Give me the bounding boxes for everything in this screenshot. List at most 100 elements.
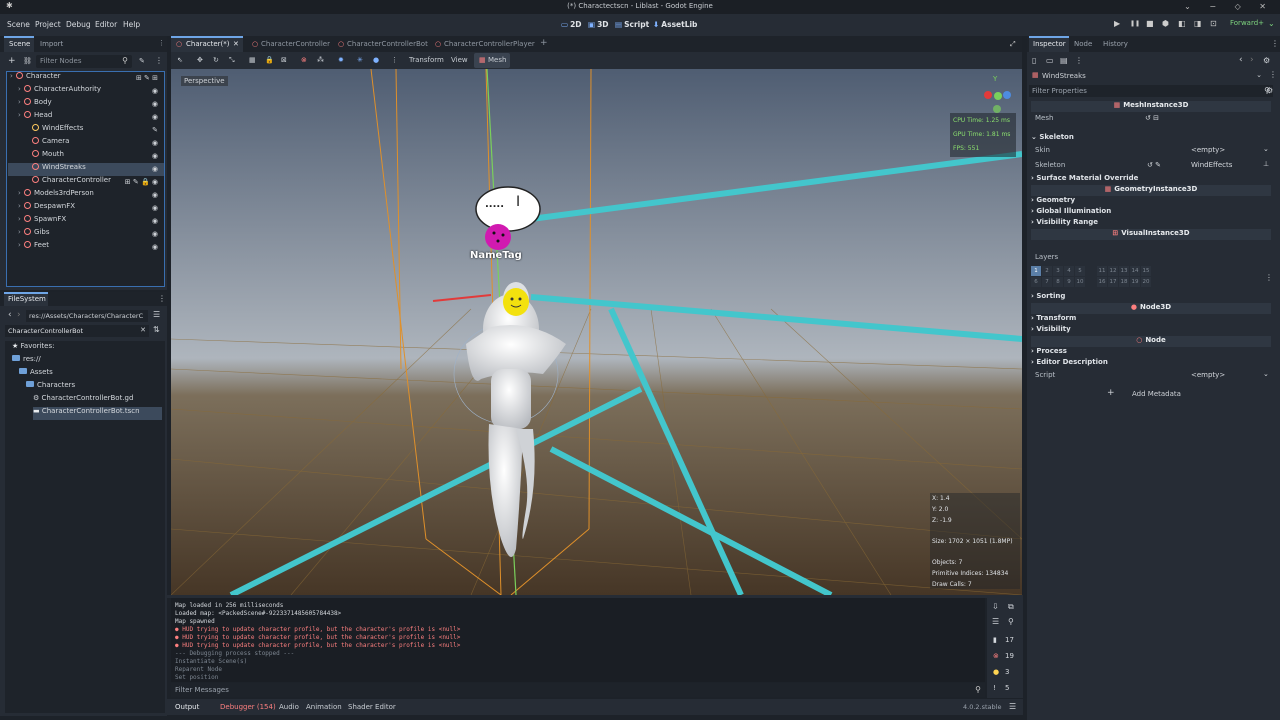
select-tool-icon[interactable]: ⇖: [177, 56, 183, 64]
file-item[interactable]: ⚙ CharacterControllerBot.gd: [33, 394, 162, 407]
menu-scene[interactable]: Scene: [7, 20, 30, 29]
visibility-eye-icon[interactable]: ⊞ ✎ 🔒 ◉: [125, 178, 158, 186]
file-item[interactable]: Characters: [26, 381, 162, 394]
transform-menu[interactable]: Transform: [409, 56, 444, 64]
file-search-input[interactable]: CharacterControllerBot ✕: [5, 325, 149, 337]
layers-menu-icon[interactable]: ⋮: [1265, 273, 1273, 282]
file-item[interactable]: res://: [12, 355, 162, 368]
scene-more-icon[interactable]: ⋮: [155, 56, 163, 65]
layer-bit[interactable]: 14: [1130, 266, 1140, 276]
layer-bit[interactable]: 1: [1031, 266, 1041, 276]
clear-search-icon[interactable]: ✕: [140, 326, 146, 334]
new-resource-icon[interactable]: ▯: [1032, 56, 1036, 65]
filter-messages-input[interactable]: Filter Messages ⚲: [171, 683, 985, 697]
node-selector[interactable]: ▦ WindStreaks ⌄: [1029, 70, 1264, 82]
visibility-eye-icon[interactable]: ◉: [152, 87, 158, 95]
inspector-settings-icon[interactable]: ⚙: [1266, 86, 1273, 95]
tab-scene[interactable]: Scene: [9, 40, 30, 48]
menu-debug[interactable]: Debug: [66, 20, 91, 29]
window-controls[interactable]: ⌄ − ◇ ✕: [1184, 2, 1274, 11]
tab-inspector[interactable]: Inspector: [1033, 40, 1066, 48]
perspective-menu[interactable]: Perspective: [181, 76, 228, 86]
add-tab-icon[interactable]: +: [540, 38, 548, 48]
layer-bit[interactable]: 12: [1108, 266, 1118, 276]
layer-bit[interactable]: 2: [1042, 266, 1052, 276]
nav-back-icon[interactable]: ‹: [8, 310, 12, 320]
inspector-menu-icon[interactable]: ⋮: [1271, 39, 1279, 48]
tree-node-spawnfx[interactable]: › SpawnFX ◉: [8, 215, 164, 228]
inspector-property[interactable]: Mesh ↺ ⊟: [1031, 112, 1271, 124]
tab-audio[interactable]: Audio: [279, 703, 299, 711]
layer-bit[interactable]: 18: [1119, 277, 1129, 287]
tree-node-windeffects[interactable]: WindEffects ✎: [8, 124, 164, 137]
load-resource-icon[interactable]: ▭: [1046, 56, 1054, 65]
visibility-eye-icon[interactable]: ◉: [152, 152, 158, 160]
layer-bit[interactable]: 15: [1141, 266, 1151, 276]
menu-editor[interactable]: Editor: [95, 20, 117, 29]
scroll-bottom-icon[interactable]: ⇩: [992, 602, 999, 611]
renderer-select[interactable]: Forward+: [1230, 19, 1264, 27]
view-menu[interactable]: View: [451, 56, 468, 64]
layer-bit[interactable]: 4: [1064, 266, 1074, 276]
tree-node-models3rdperson[interactable]: › Models3rdPerson ◉: [8, 189, 164, 202]
toolbar-more-icon[interactable]: ⋮: [391, 56, 398, 64]
tab-filesystem[interactable]: FileSystem: [8, 295, 46, 303]
property-value[interactable]: ↺ ⊟: [1145, 114, 1159, 122]
tab-shader-editor[interactable]: Shader Editor: [348, 703, 396, 711]
renderer-caret-icon[interactable]: ⌄: [1268, 19, 1275, 28]
layer-bit[interactable]: 10: [1075, 277, 1085, 287]
visibility-eye-icon[interactable]: ◉: [152, 165, 158, 173]
visibility-eye-icon[interactable]: ⊞ ✎ ⊞: [136, 74, 158, 82]
file-item[interactable]: ▬ CharacterControllerBot.tscn: [33, 407, 162, 420]
preview-icon[interactable]: ✹: [338, 56, 344, 64]
object-tree-icon[interactable]: ⋮: [1269, 70, 1277, 79]
layer-bit[interactable]: 11: [1097, 266, 1107, 276]
environment-icon[interactable]: ●: [373, 56, 379, 64]
play-scene-icon[interactable]: ◨: [1194, 19, 1202, 28]
dropdown-caret-icon[interactable]: ⌄: [1263, 370, 1269, 378]
dock-menu-icon[interactable]: ⋮: [158, 39, 165, 47]
sort-icon[interactable]: ⇅: [153, 325, 160, 334]
layers-grid[interactable]: 1 2 3 4 5 11 12 13 14 15 6 7 8 9 10 16 17 18 19 20: [1031, 266, 1151, 288]
attach-script-icon[interactable]: ✎: [139, 57, 145, 65]
save-resource-icon[interactable]: ▤: [1060, 56, 1068, 65]
object-settings-icon[interactable]: ⚙: [1263, 56, 1270, 65]
file-item[interactable]: Assets: [19, 368, 162, 381]
tab-node[interactable]: Node: [1074, 40, 1092, 48]
tab-debugger[interactable]: Debugger (154): [220, 703, 276, 711]
snap-icon[interactable]: ⊗: [301, 56, 307, 64]
visibility-eye-icon[interactable]: ◉: [152, 191, 158, 199]
rotate-tool-icon[interactable]: ↻: [213, 56, 219, 64]
tree-node-mouth[interactable]: Mouth ◉: [8, 150, 164, 163]
tree-node-body[interactable]: › Body ◉: [8, 98, 164, 111]
instance-scene-icon[interactable]: ⛓: [23, 57, 32, 65]
property-value[interactable]: <empty>: [1191, 146, 1225, 154]
layer-bit[interactable]: 3: [1053, 266, 1063, 276]
list-select-icon[interactable]: ▦: [249, 56, 256, 64]
lock-icon[interactable]: 🔒: [265, 56, 274, 64]
scene-tab-charactercontroller[interactable]: CharacterController: [261, 40, 330, 48]
file-item[interactable]: ★ Favorites:: [12, 342, 162, 355]
inspector-property[interactable]: Script <empty> ⌄: [1031, 369, 1271, 381]
message-filter-toggle[interactable]: ▮ 17: [989, 636, 1021, 648]
tree-node-characterauthority[interactable]: › CharacterAuthority ◉: [8, 85, 164, 98]
layer-bit[interactable]: 19: [1130, 277, 1140, 287]
workspace-3d-button[interactable]: ▣ 3D: [588, 20, 609, 29]
layer-bit[interactable]: 20: [1141, 277, 1151, 287]
message-filter-toggle[interactable]: ⊗ 19: [989, 652, 1021, 664]
stop-icon[interactable]: ■: [1146, 19, 1154, 28]
inspector-property[interactable]: Skeleton ↺ ✎ WindEffects ⊥: [1031, 159, 1271, 171]
inspector-property[interactable]: Skin <empty> ⌄: [1031, 144, 1271, 156]
group-icon[interactable]: ⊠: [281, 56, 287, 64]
filter-properties-input[interactable]: Filter Properties ⚲: [1029, 85, 1273, 97]
close-tab-icon[interactable]: ✕: [233, 40, 239, 48]
tree-node-charactercontroller[interactable]: CharacterController ⊞ ✎ 🔒 ◉: [8, 176, 164, 189]
viewport-3d[interactable]: Perspective Y CPU Time: 1.25 ms GPU Time…: [171, 69, 1022, 595]
play-custom-icon[interactable]: ⊡: [1210, 19, 1217, 28]
layer-bit[interactable]: 9: [1064, 277, 1074, 287]
layer-bit[interactable]: 7: [1042, 277, 1052, 287]
mesh-menu[interactable]: Mesh: [488, 56, 506, 64]
nav-forward-icon[interactable]: ›: [17, 310, 21, 320]
add-node-icon[interactable]: +: [8, 56, 16, 66]
scene-tab-charactercontrollerbot[interactable]: CharacterControllerBot: [347, 40, 428, 48]
